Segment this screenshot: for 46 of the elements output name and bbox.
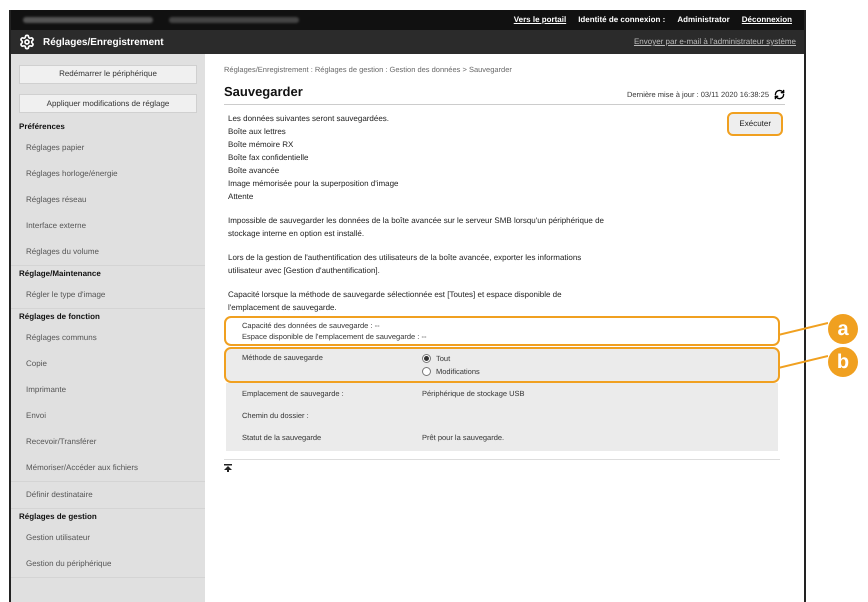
back-to-top-icon[interactable] bbox=[224, 464, 232, 472]
note-text: Lors de la gestion de l'authentification des utilisateurs de la boîte avancée, exporter les informations utilisateur avec [Gestion d'authentification]. bbox=[227, 252, 582, 277]
radio-button[interactable] bbox=[422, 354, 431, 363]
sidebar-heading: Réglages de fonction bbox=[19, 311, 101, 323]
sidebar-heading: Préférences bbox=[19, 121, 66, 133]
sidebar-item[interactable]: Gestion du périphérique bbox=[19, 551, 197, 577]
info-text: Boîte mémoire RX bbox=[228, 138, 294, 151]
info-text: Boîte fax confidentielle bbox=[228, 152, 310, 164]
top-label: Identité de connexion : bbox=[578, 14, 666, 26]
sidebar-item[interactable]: Copie bbox=[19, 351, 197, 377]
settings-icon bbox=[19, 34, 35, 50]
sidebar-button[interactable]: Redémarrer le périphérique bbox=[19, 64, 197, 84]
callout-letter: a bbox=[828, 314, 858, 344]
note-text: Capacité lorsque la méthode de sauvegarde sélectionnée est [Toutes] et espace disponible de l'emplacement de sauvegarde. bbox=[227, 288, 563, 314]
top-link[interactable]: Vers le portail bbox=[514, 14, 566, 26]
callout-letter: b bbox=[828, 346, 858, 377]
sidebar-item[interactable]: Envoi bbox=[19, 403, 197, 429]
sidebar-item[interactable]: Réglages du volume bbox=[19, 239, 197, 265]
sidebar-heading: Réglage/Maintenance bbox=[19, 268, 102, 280]
top-label: Administrator bbox=[677, 14, 730, 26]
execute-button[interactable]: Exécuter bbox=[727, 112, 783, 136]
sidebar-button[interactable]: Appliquer modifications de réglage bbox=[19, 94, 197, 113]
email-link[interactable]: Envoyer par e-mail à l'administrateur système bbox=[634, 36, 796, 48]
info-text: Image mémorisée pour la superposition d'image bbox=[228, 178, 399, 190]
sidebar-item[interactable]: Régler le type d'image bbox=[19, 282, 197, 308]
sidebar-item[interactable]: Mémoriser/Accéder aux fichiers bbox=[19, 455, 197, 481]
sidebar-item[interactable]: Réglages papier bbox=[19, 135, 197, 161]
page-title: Sauvegarder bbox=[224, 83, 303, 102]
sidebar-item[interactable]: Recevoir/Transférer bbox=[19, 429, 197, 455]
sidebar-item[interactable]: Interface externe bbox=[19, 213, 197, 239]
info-text: Attente bbox=[228, 190, 254, 203]
sidebar-item[interactable]: Imprimante bbox=[19, 377, 197, 403]
sidebar-heading: Réglages de gestion bbox=[19, 511, 98, 523]
top-link[interactable]: Déconnexion bbox=[742, 14, 792, 26]
info-text: Boîte aux lettres bbox=[228, 126, 287, 138]
sidebar-item[interactable]: Réglages réseau bbox=[19, 187, 197, 213]
sidebar-item[interactable]: Réglages horloge/énergie bbox=[19, 161, 197, 187]
sidebar-item[interactable]: Réglages communs bbox=[19, 325, 197, 351]
note-text: Impossible de sauvegarder les données de la boîte avancée sur le serveur SMB lorsqu'un périphérique de stockage interne en option est installé. bbox=[227, 214, 605, 240]
sidebar-item[interactable]: Gestion utilisateur bbox=[19, 525, 197, 551]
info-text: Les données suivantes seront sauvegardées. bbox=[228, 112, 390, 125]
refresh-icon[interactable] bbox=[774, 88, 785, 100]
sidebar-item[interactable]: Définir destinataire bbox=[19, 482, 197, 508]
radio-button[interactable] bbox=[422, 366, 431, 376]
info-text: Boîte avancée bbox=[228, 164, 280, 177]
header-title: Réglages/Enregistrement bbox=[43, 36, 164, 50]
